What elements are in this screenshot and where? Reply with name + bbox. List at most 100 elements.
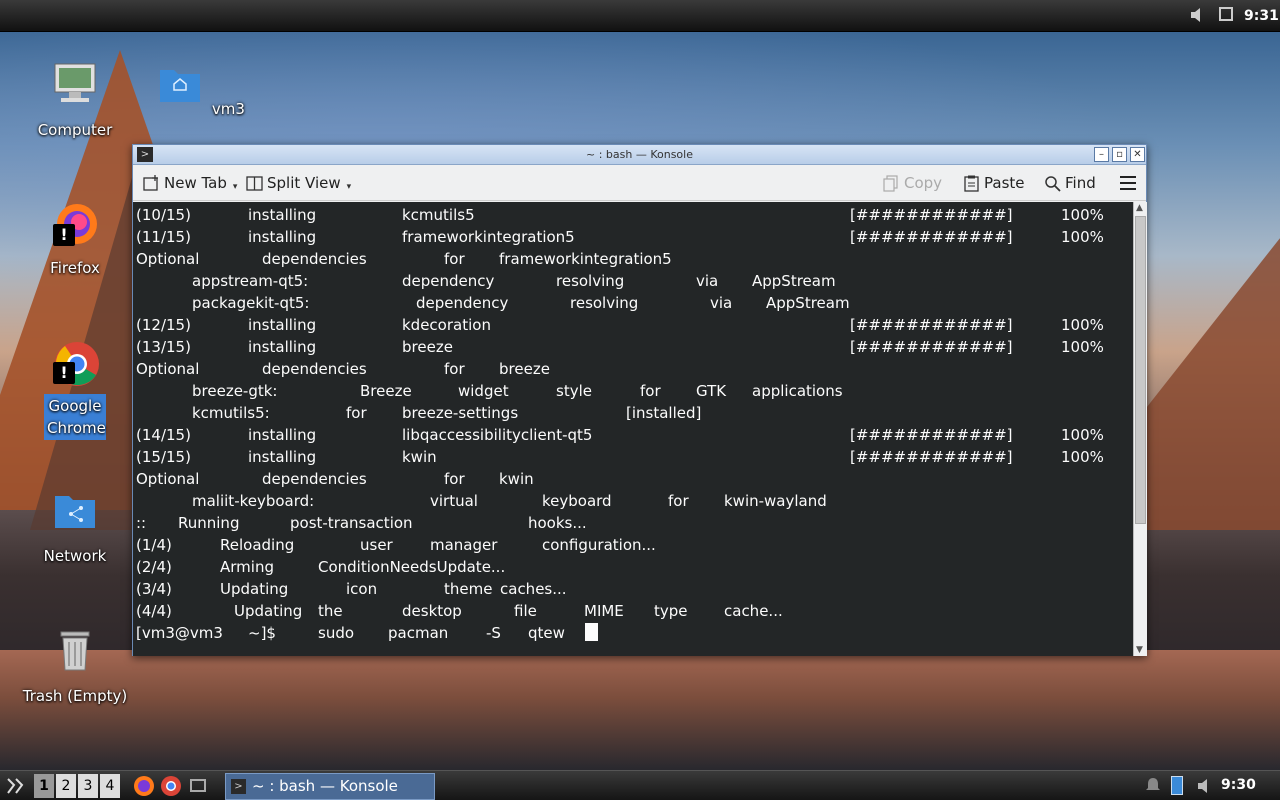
terminal-text: (15/15) bbox=[136, 448, 191, 466]
terminal-text: Updating bbox=[220, 580, 289, 598]
terminal-text: Running bbox=[178, 514, 240, 532]
window-titlebar[interactable]: > ~ : bash — Konsole – ▫ ✕ bbox=[133, 145, 1146, 165]
copy-icon bbox=[883, 174, 898, 192]
notification-bell-icon[interactable] bbox=[1146, 777, 1160, 793]
scroll-down-icon[interactable]: ▼ bbox=[1136, 645, 1143, 655]
computer-icon bbox=[54, 63, 96, 102]
chevron-down-icon: ▾ bbox=[232, 182, 238, 192]
task-label: ~ : bash — Konsole bbox=[252, 777, 398, 795]
desktop-switch-3[interactable]: 3 bbox=[78, 774, 98, 798]
terminal-text: breeze-settings bbox=[402, 404, 519, 422]
terminal-text: GTK bbox=[696, 382, 727, 400]
terminal-scrollbar[interactable]: ▲ ▼ bbox=[1133, 202, 1147, 656]
new-tab-button[interactable]: New Tab ▾ bbox=[143, 174, 237, 192]
new-tab-label: New Tab bbox=[164, 174, 227, 192]
desktop-icon-firefox[interactable]: ! Firefox bbox=[15, 202, 135, 280]
terminal-text: kwin-wayland bbox=[724, 492, 827, 510]
chrome-launcher-icon[interactable] bbox=[160, 775, 182, 797]
desktop-icon-label: vm3 bbox=[211, 100, 245, 118]
terminal-text: packagekit-qt5: bbox=[192, 294, 310, 312]
copy-button[interactable]: Copy bbox=[883, 174, 942, 192]
terminal-text: [############] bbox=[850, 206, 1013, 224]
terminal-text: user bbox=[360, 536, 393, 554]
screen-icon[interactable] bbox=[1219, 7, 1233, 21]
warning-badge-icon: ! bbox=[53, 362, 75, 384]
taskbar-konsole-button[interactable]: > ~ : bash — Konsole bbox=[225, 773, 435, 800]
terminal-text: (10/15) bbox=[136, 206, 191, 224]
terminal-text: Arming bbox=[220, 558, 274, 576]
terminal-text: via bbox=[710, 294, 733, 312]
scroll-up-icon[interactable]: ▲ bbox=[1136, 203, 1143, 213]
terminal-text: dependencies bbox=[262, 470, 367, 488]
terminal-output[interactable]: (10/15) installing kcmutils5 [############]… bbox=[133, 202, 1133, 656]
close-button[interactable]: ✕ bbox=[1130, 147, 1145, 162]
usb-device-icon[interactable] bbox=[1171, 776, 1183, 795]
terminal-text: kwin bbox=[402, 448, 437, 466]
speaker-icon[interactable] bbox=[1190, 7, 1204, 23]
terminal-text: [############] bbox=[850, 228, 1013, 246]
terminal-text: the bbox=[318, 602, 343, 620]
terminal-text: ~]$ bbox=[248, 624, 276, 642]
terminal-text: installing bbox=[248, 228, 317, 246]
terminal-text: 100% bbox=[1061, 426, 1104, 444]
terminal-text: installing bbox=[248, 338, 317, 356]
desktop-icon-computer[interactable]: Computer bbox=[15, 60, 135, 142]
terminal-text: breeze-gtk: bbox=[192, 382, 278, 400]
hamburger-menu-button[interactable] bbox=[1119, 175, 1137, 191]
show-desktop-icon[interactable] bbox=[190, 779, 206, 792]
konsole-window[interactable]: > ~ : bash — Konsole – ▫ ✕ New Tab ▾ Spl… bbox=[132, 144, 1147, 656]
speaker-icon[interactable] bbox=[1197, 778, 1213, 794]
desktop-icon-chrome[interactable]: ! Google Chrome bbox=[15, 340, 135, 440]
terminal-text: installing bbox=[248, 316, 317, 334]
terminal-text: manager bbox=[430, 536, 498, 554]
desktop-icon-vm3[interactable]: vm3 bbox=[142, 60, 262, 121]
terminal-text: pacman bbox=[388, 624, 449, 642]
terminal-text: caches... bbox=[500, 580, 567, 598]
konsole-task-icon: > bbox=[231, 779, 246, 794]
terminal-text: virtual bbox=[430, 492, 478, 510]
desktop-switch-1[interactable]: 1 bbox=[34, 774, 54, 798]
firefox-launcher-icon[interactable] bbox=[133, 775, 155, 797]
terminal-text: maliit-keyboard: bbox=[192, 492, 315, 510]
terminal-text: qtew bbox=[528, 624, 565, 642]
terminal-text: (11/15) bbox=[136, 228, 191, 246]
terminal-text: libqaccessibilityclient-qt5 bbox=[402, 426, 593, 444]
desktop-icon-label: Computer bbox=[37, 121, 113, 139]
split-view-button[interactable]: Split View ▾ bbox=[246, 174, 351, 192]
terminal-text: for bbox=[444, 360, 465, 378]
desktop-icon-network[interactable]: Network bbox=[15, 486, 135, 568]
find-button[interactable]: Find bbox=[1044, 174, 1096, 192]
top-clock[interactable]: 9:31 bbox=[1244, 8, 1279, 24]
terminal-text: resolving bbox=[570, 294, 639, 312]
terminal-text: (2/4) bbox=[136, 558, 172, 576]
terminal-text: widget bbox=[458, 382, 509, 400]
terminal-text: installing bbox=[248, 426, 317, 444]
terminal-text: sudo bbox=[318, 624, 355, 642]
terminal-text: configuration... bbox=[542, 536, 656, 554]
minimize-button[interactable]: – bbox=[1094, 147, 1109, 162]
terminal-text: breeze bbox=[402, 338, 453, 356]
desktop-icon-trash[interactable]: Trash (Empty) bbox=[15, 626, 135, 708]
paste-button[interactable]: Paste bbox=[963, 174, 1025, 192]
new-tab-icon bbox=[143, 174, 158, 191]
desktop-switch-2[interactable]: 2 bbox=[56, 774, 76, 798]
terminal-cursor bbox=[585, 622, 598, 644]
taskbar-clock[interactable]: 9:30 bbox=[1221, 777, 1256, 793]
terminal-text: MIME bbox=[584, 602, 624, 620]
terminal-text: (1/4) bbox=[136, 536, 172, 554]
terminal-text: AppStream bbox=[752, 272, 836, 290]
scrollbar-thumb[interactable] bbox=[1135, 216, 1146, 524]
terminal-text: frameworkintegration5 bbox=[499, 250, 672, 268]
terminal-text: breeze bbox=[499, 360, 550, 378]
terminal-text: applications bbox=[752, 382, 843, 400]
terminal-text: kcmutils5 bbox=[402, 206, 475, 224]
hamburger-menu-icon bbox=[1120, 176, 1136, 190]
desktop-switch-4[interactable]: 4 bbox=[100, 774, 120, 798]
terminal-text: AppStream bbox=[766, 294, 850, 312]
terminal-text: Optional bbox=[136, 360, 200, 378]
maximize-button[interactable]: ▫ bbox=[1112, 147, 1127, 162]
start-menu-icon[interactable] bbox=[4, 775, 26, 797]
terminal-text: dependencies bbox=[262, 360, 367, 378]
desktop-icon-label: Firefox bbox=[50, 259, 100, 277]
terminal-text: (13/15) bbox=[136, 338, 191, 356]
